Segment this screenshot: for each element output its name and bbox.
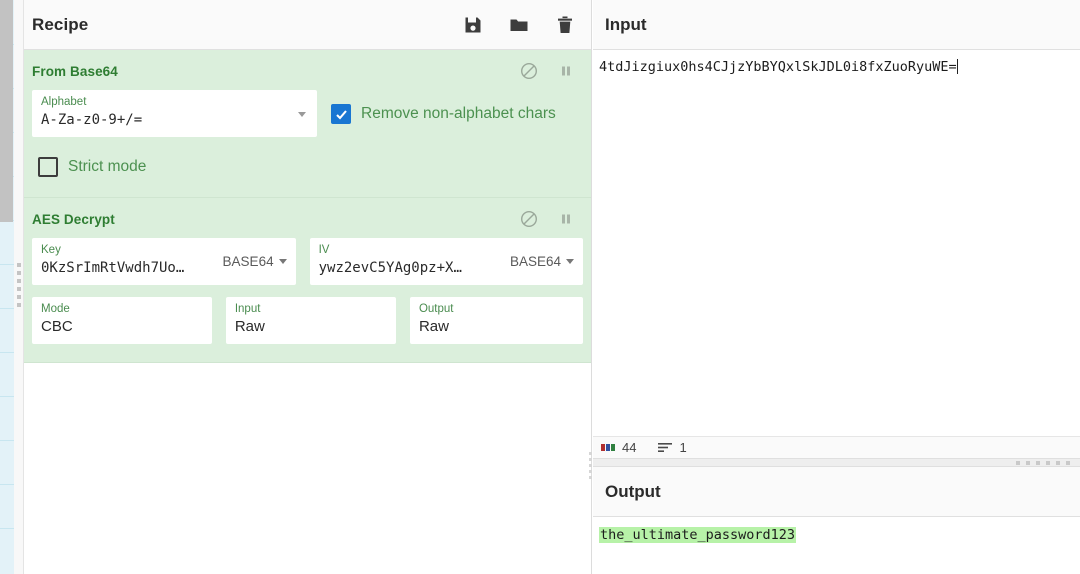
strict-mode-checkbox[interactable]: Strict mode [38,157,583,177]
input-lines-status: 1 [658,440,687,455]
recipe-toolbar [463,15,581,35]
operations-list-rail [0,0,14,574]
input-length-status: 44 [601,440,636,455]
folder-icon[interactable] [509,15,529,35]
operation-header: AES Decrypt [24,198,591,238]
output-format-label: Output [418,303,454,315]
alphabet-select[interactable]: Alphabet A-Za-z0-9+/= [32,90,317,137]
alphabet-value: A-Za-z0-9+/= [41,112,143,128]
strict-mode-row: Strict mode [32,143,583,185]
input-format-select[interactable]: Input Raw [225,297,396,344]
lines-icon [658,442,673,453]
splitter-grip [17,263,21,311]
key-field[interactable]: Key 0KzSrImRtVwdh7Uo… BASE64 [32,238,296,285]
input-textarea[interactable]: 4tdJizgiux0hs4CJjzYbBYQxlSkJDL0i8fxZuoRy… [593,50,1080,436]
input-panel: Input 4tdJizgiux0hs4CJjzYbBYQxlSkJDL0i8f… [593,0,1080,458]
mode-value: CBC [41,318,73,335]
checkbox-checked-icon [331,104,351,124]
key-value: 0KzSrImRtVwdh7Uo… [41,260,185,276]
mode-input-output-row: Mode CBC Input Raw Output Raw [32,297,584,344]
operation-controls [520,62,577,80]
pause-icon[interactable] [557,210,575,228]
cyberchef-app: Recipe From Base64 Alphabet A-Za-z0-9+/=… [0,0,1080,574]
strict-mode-label: Strict mode [68,158,147,175]
alphabet-label: Alphabet [41,96,87,108]
chevron-down-icon [278,258,287,264]
input-format-value: Raw [234,318,265,335]
output-text-value: the_ultimate_password123 [599,527,797,543]
pause-icon[interactable] [557,62,575,80]
output-title-bar: Output [593,467,1080,517]
abc-icon [601,442,615,453]
chevron-down-icon [566,258,574,264]
iv-value: ywz2evC5YAg0pz+X… [318,260,462,276]
output-format-select[interactable]: Output Raw [409,297,584,344]
output-panel: Output the_ultimate_password123 [593,467,1080,574]
save-icon[interactable] [463,15,483,35]
io-area: Input 4tdJizgiux0hs4CJjzYbBYQxlSkJDL0i8f… [593,0,1080,574]
recipe-operation-aes-decrypt[interactable]: AES Decrypt Key 0KzSrImRtVwdh7Uo… BASE64… [24,198,591,363]
text-cursor [956,59,958,74]
alphabet-row: Alphabet A-Za-z0-9+/= Remove non-alphabe… [32,90,583,137]
iv-encoding-dropdown[interactable]: BASE64 [502,254,574,269]
input-lines-value: 1 [679,440,687,455]
key-label: Key [41,244,61,256]
recipe-splitter-vertical[interactable] [14,0,24,574]
mode-select[interactable]: Mode CBC [32,297,212,344]
operation-header: From Base64 [24,50,591,90]
recipe-operation-from-base64[interactable]: From Base64 Alphabet A-Za-z0-9+/= Remove… [24,50,591,198]
operation-controls [520,210,577,228]
input-status-bar: 44 1 [593,436,1080,458]
splitter-grip [1016,461,1070,465]
operation-arguments: Key 0KzSrImRtVwdh7Uo… BASE64 IV ywz2evC5… [24,238,591,362]
input-title-bar: Input [593,0,1080,50]
mode-label: Mode [41,303,70,315]
input-text-value: 4tdJizgiux0hs4CJjzYbBYQxlSkJDL0i8fxZuoRy… [599,59,957,75]
output-title: Output [605,481,661,501]
chevron-down-icon [298,111,306,117]
key-iv-row: Key 0KzSrImRtVwdh7Uo… BASE64 IV ywz2evC5… [32,238,583,285]
recipe-title: Recipe [32,14,89,34]
input-title: Input [605,14,647,34]
iv-encoding-label: BASE64 [509,253,561,269]
io-splitter-horizontal[interactable] [593,458,1080,467]
disable-icon[interactable] [520,62,538,80]
disable-icon[interactable] [520,210,538,228]
operation-arguments: Alphabet A-Za-z0-9+/= Remove non-alphabe… [24,90,591,197]
remove-non-alphabet-chars-label: Remove non-alphabet chars [361,105,556,122]
output-textarea[interactable]: the_ultimate_password123 [593,517,1080,574]
checkbox-unchecked-icon [38,157,58,177]
operation-title: From Base64 [32,63,118,79]
iv-field[interactable]: IV ywz2evC5YAg0pz+X… BASE64 [309,238,583,285]
input-length-value: 44 [622,440,637,455]
iv-label: IV [318,244,330,256]
recipe-title-bar: Recipe [24,0,591,50]
key-encoding-dropdown[interactable]: BASE64 [215,254,287,269]
operations-scrollbar-thumb[interactable] [0,0,13,222]
input-format-label: Input [234,303,261,315]
operation-title: AES Decrypt [32,211,115,227]
key-encoding-label: BASE64 [222,253,274,269]
output-format-value: Raw [418,318,449,335]
recipe-panel: Recipe From Base64 Alphabet A-Za-z0-9+/=… [24,0,592,574]
trash-icon[interactable] [555,15,575,35]
remove-non-alphabet-chars-checkbox[interactable]: Remove non-alphabet chars [331,104,556,124]
recipe-operations-list: From Base64 Alphabet A-Za-z0-9+/= Remove… [24,50,591,574]
